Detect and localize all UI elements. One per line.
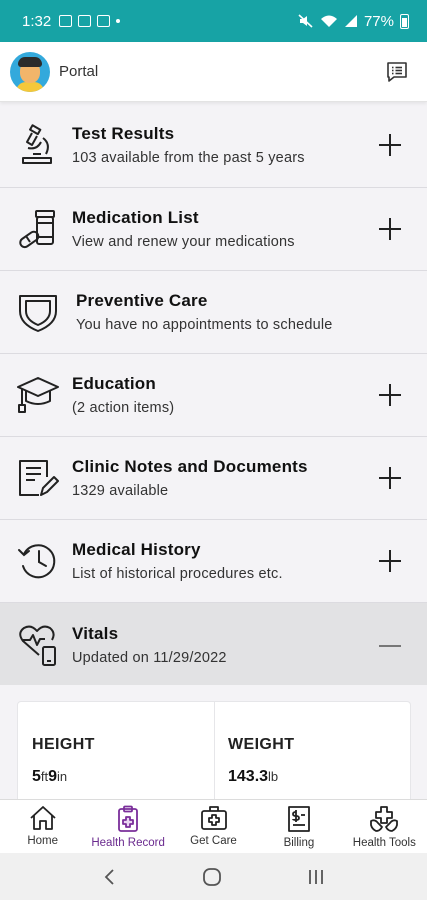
battery-icon xyxy=(400,13,409,29)
more-notifications-icon xyxy=(116,19,121,23)
health-tools-icon xyxy=(370,806,399,832)
notification-icons xyxy=(59,15,121,27)
checklist-icon xyxy=(97,15,111,27)
recents-icon[interactable] xyxy=(307,868,325,886)
tab-billing[interactable]: Billing xyxy=(256,800,341,853)
home-nav-icon[interactable] xyxy=(202,867,222,887)
microscope-icon xyxy=(16,123,60,167)
calendar-check-icon xyxy=(78,15,92,27)
tab-health-record[interactable]: Health Record xyxy=(85,800,170,853)
expand-plus-icon[interactable] xyxy=(379,467,401,489)
bottom-tab-bar: Home Health Record Get Care Billing Heal… xyxy=(0,799,427,853)
height-label: HEIGHT xyxy=(32,736,95,753)
expand-plus-icon[interactable] xyxy=(379,218,401,240)
health-record-list: Test Results 103 available from the past… xyxy=(0,102,427,687)
row-title: Medical History xyxy=(72,540,201,559)
system-icons: 77% xyxy=(298,13,409,30)
row-subtitle: List of historical procedures etc. xyxy=(72,566,283,582)
heart-phone-icon xyxy=(16,623,60,667)
tab-label: Get Care xyxy=(190,835,237,847)
collapse-minus-icon[interactable] xyxy=(379,644,401,647)
tab-label: Home xyxy=(27,835,59,847)
history-clock-icon xyxy=(16,539,60,583)
row-subtitle: View and renew your medications xyxy=(72,234,295,250)
tab-label: Billing xyxy=(283,837,315,849)
app-bar: Portal xyxy=(0,42,427,102)
row-subtitle: Updated on 11/29/2022 xyxy=(72,649,227,666)
document-edit-icon xyxy=(16,456,60,500)
message-list-icon[interactable] xyxy=(385,61,409,83)
expand-plus-icon[interactable] xyxy=(379,384,401,406)
row-title: Education xyxy=(72,374,156,393)
weight-value: 143.3lb xyxy=(228,768,279,785)
avatar[interactable] xyxy=(10,51,50,92)
mute-icon xyxy=(298,14,313,28)
weight-cell: WEIGHT 143.3lb xyxy=(214,702,410,810)
back-icon[interactable] xyxy=(103,868,117,886)
home-icon xyxy=(30,806,56,830)
row-title: Preventive Care xyxy=(76,291,208,310)
medication-icon xyxy=(16,207,60,251)
row-subtitle: (2 action items) xyxy=(72,400,175,416)
battery-percent: 77% xyxy=(363,12,394,30)
signal-icon xyxy=(344,15,357,27)
status-bar: 1:32 77% xyxy=(0,0,427,42)
row-title: Medication List xyxy=(72,208,199,227)
tab-health-tools[interactable]: Health Tools xyxy=(342,800,427,853)
row-preventive-care[interactable]: Preventive Care You have no appointments… xyxy=(0,271,427,354)
system-nav-bar xyxy=(0,853,427,900)
medical-kit-icon xyxy=(200,806,227,830)
row-subtitle: You have no appointments to schedule xyxy=(76,317,333,333)
row-clinic-notes[interactable]: Clinic Notes and Documents 1329 availabl… xyxy=(0,437,427,520)
wifi-icon xyxy=(320,15,337,27)
row-education[interactable]: Education (2 action items) xyxy=(0,354,427,437)
expand-plus-icon[interactable] xyxy=(379,133,401,156)
row-test-results[interactable]: Test Results 103 available from the past… xyxy=(0,102,427,188)
row-title: Vitals xyxy=(72,623,119,643)
row-subtitle: 103 available from the past 5 years xyxy=(72,149,305,166)
tab-home[interactable]: Home xyxy=(0,800,85,853)
tab-label: Health Tools xyxy=(352,837,416,849)
vitals-card: HEIGHT 5ft9in WEIGHT 143.3lb xyxy=(17,701,411,811)
height-value: 5ft9in xyxy=(32,768,68,785)
row-vitals[interactable]: Vitals Updated on 11/29/2022 xyxy=(0,603,427,687)
billing-icon xyxy=(288,806,310,832)
gallery-icon xyxy=(59,15,73,27)
status-time: 1:32 xyxy=(22,12,52,30)
row-subtitle: 1329 available xyxy=(72,483,169,499)
row-medication-list[interactable]: Medication List View and renew your medi… xyxy=(0,188,427,271)
health-record-icon xyxy=(118,805,139,832)
graduation-cap-icon xyxy=(16,373,60,417)
expand-plus-icon[interactable] xyxy=(379,550,401,572)
row-title: Clinic Notes and Documents xyxy=(72,457,308,476)
tab-get-care[interactable]: Get Care xyxy=(171,800,256,853)
vitals-panel: HEIGHT 5ft9in WEIGHT 143.3lb xyxy=(0,685,427,811)
tab-label: Health Record xyxy=(91,837,165,849)
weight-label: WEIGHT xyxy=(228,736,295,753)
shield-icon xyxy=(16,290,60,334)
row-medical-history[interactable]: Medical History List of historical proce… xyxy=(0,520,427,603)
page-title: Portal xyxy=(59,63,99,80)
row-title: Test Results xyxy=(72,123,175,143)
height-cell: HEIGHT 5ft9in xyxy=(18,702,214,810)
